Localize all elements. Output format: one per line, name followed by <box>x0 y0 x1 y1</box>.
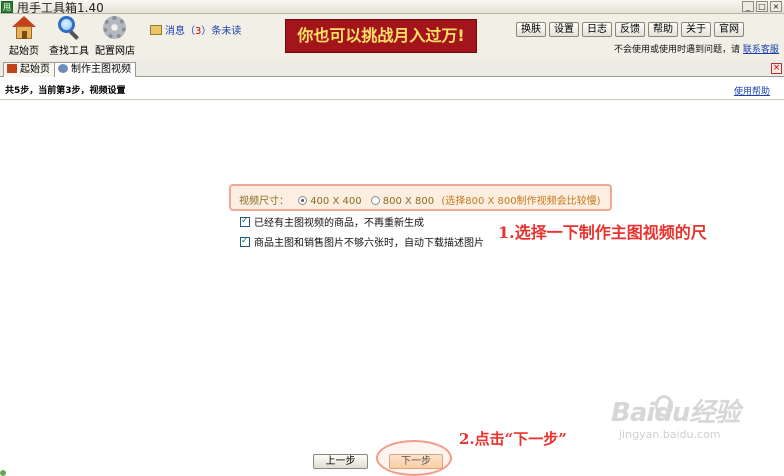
magnifier-icon <box>56 16 82 40</box>
auto-download-checkbox[interactable] <box>240 236 250 247</box>
video-icon <box>58 64 68 73</box>
settings-button[interactable]: 设置 <box>549 22 579 37</box>
tab-label: 制作主图视频 <box>71 64 131 75</box>
mail-icon <box>150 25 162 35</box>
tab-start-page[interactable]: 起始页 <box>3 62 55 77</box>
maximize-icon[interactable]: □ <box>756 1 768 12</box>
size-warning-note: (选择800 X 800制作视频会比较慢) <box>441 196 601 207</box>
close-icon[interactable]: × <box>770 1 782 12</box>
paw-icon <box>655 395 673 417</box>
tab-make-main-video[interactable]: 制作主图视频 <box>54 62 136 78</box>
start-page-button[interactable]: 起始页 <box>0 16 48 57</box>
promo-banner[interactable]: 你也可以挑战月入过万! <box>285 19 477 53</box>
status-icon <box>0 470 6 476</box>
previous-step-button[interactable]: 上一步 <box>313 454 368 469</box>
skin-button[interactable]: 换肤 <box>516 22 546 37</box>
unread-messages-link[interactable]: 消息（3）条未读 <box>150 22 241 37</box>
size-800-label[interactable]: 800 X 800 <box>383 196 434 207</box>
minimize-icon[interactable]: _ <box>742 1 754 12</box>
watermark-logo: Baidu经验 <box>611 398 740 428</box>
feedback-button[interactable]: 反馈 <box>615 22 645 37</box>
close-tab-icon[interactable]: × <box>771 63 782 74</box>
home-icon <box>11 16 37 40</box>
app-icon: 甩 <box>1 1 13 13</box>
baidu-watermark: Baidu经验 jingyan.baidu.com <box>611 392 771 452</box>
window-controls: _ □ × <box>742 1 782 12</box>
skip-existing-checkbox[interactable] <box>240 216 250 227</box>
video-size-label: 视频尺寸： <box>239 196 289 207</box>
step-header: 共5步，当前第3步，视频设置 使用帮助 <box>0 77 784 100</box>
next-button-highlight <box>376 440 452 476</box>
find-tools-label: 查找工具 <box>49 46 89 57</box>
start-page-label: 起始页 <box>9 46 39 57</box>
video-size-row: 视频尺寸： 400 X 400 800 X 800 (选择800 X 800制作… <box>239 192 601 207</box>
find-tools-button[interactable]: 查找工具 <box>45 16 93 57</box>
video-size-highlight: 视频尺寸： 400 X 400 800 X 800 (选择800 X 800制作… <box>229 184 612 211</box>
step-progress-text: 共5步，当前第3步，视频设置 <box>5 86 126 96</box>
size-800-radio[interactable] <box>370 196 380 205</box>
skip-existing-label: 已经有主图视频的商品，不再重新生成 <box>254 218 424 229</box>
config-shop-label: 配置网店 <box>95 46 135 57</box>
watermark-url: jingyan.baidu.com <box>619 428 721 441</box>
main-toolbar: 起始页 查找工具 配置网店 消息（3）条未读 你也可以挑战月入过万! 换肤 设置… <box>0 14 784 60</box>
about-button[interactable]: 关于 <box>681 22 711 37</box>
auto-download-label: 商品主图和销售图片不够六张时，自动下载描述图片 <box>254 238 484 249</box>
annotation-step1: 1.选择一下制作主图视频的尺 <box>498 223 707 242</box>
tab-strip: 起始页 制作主图视频 × <box>0 60 784 78</box>
top-button-group: 换肤 设置 日志 反馈 帮助 关于 官网 <box>516 22 744 37</box>
auto-download-option[interactable]: 商品主图和销售图片不够六张时，自动下载描述图片 <box>240 234 484 249</box>
title-bar: 甩 甩手工具箱1.40 _ □ × <box>0 0 784 15</box>
contact-support-link[interactable]: 联系客服 <box>743 45 779 55</box>
support-text: 不会使用或使用时遇到问题，请 <box>614 45 741 55</box>
size-400-label[interactable]: 400 X 400 <box>310 196 361 207</box>
config-shop-button[interactable]: 配置网店 <box>91 16 139 57</box>
skip-existing-option[interactable]: 已经有主图视频的商品，不再重新生成 <box>240 214 424 229</box>
log-button[interactable]: 日志 <box>582 22 612 37</box>
usage-help-link[interactable]: 使用帮助 <box>734 84 770 97</box>
gear-icon <box>102 16 128 40</box>
official-site-button[interactable]: 官网 <box>714 22 744 37</box>
help-button[interactable]: 帮助 <box>648 22 678 37</box>
home-icon <box>7 64 17 73</box>
support-line: 不会使用或使用时遇到问题，请 联系客服 <box>614 42 779 55</box>
size-400-radio[interactable] <box>298 196 308 205</box>
tab-label: 起始页 <box>20 64 50 75</box>
